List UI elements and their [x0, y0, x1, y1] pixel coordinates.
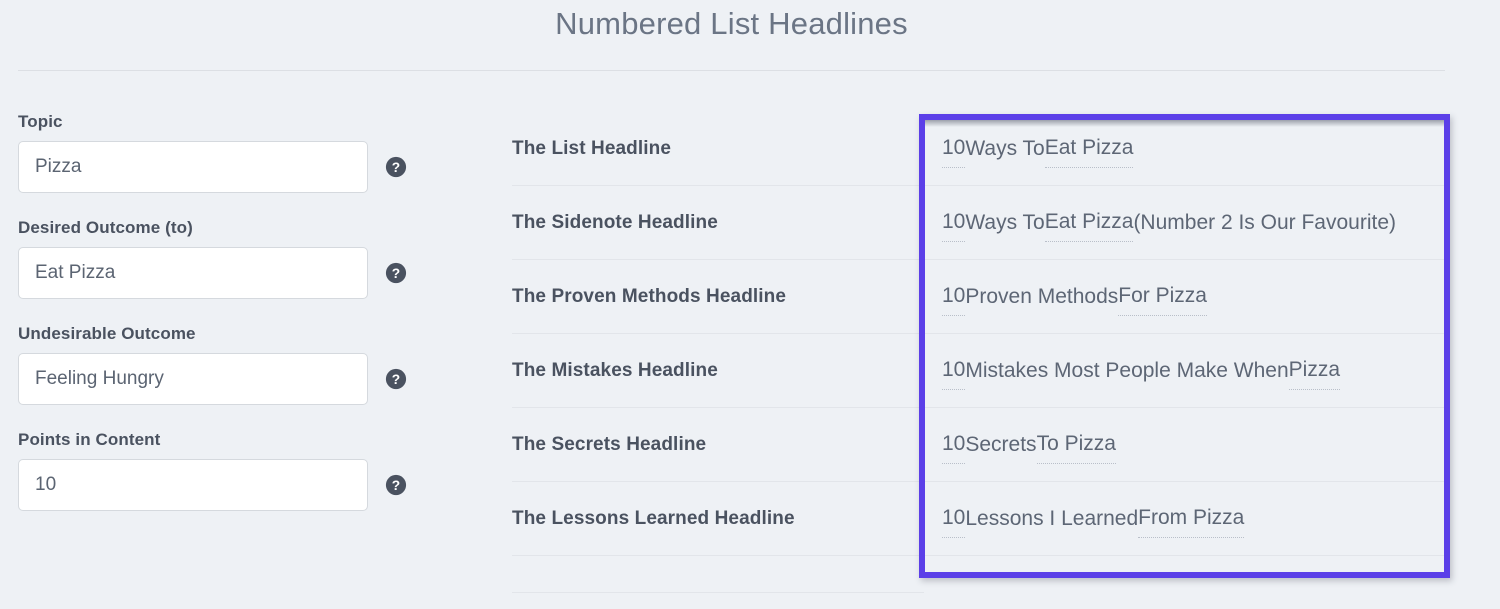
- headline-type-label: The Secrets Headline: [512, 433, 707, 455]
- svg-text:?: ?: [392, 478, 400, 493]
- headline-type-label: The Proven Methods Headline: [512, 285, 787, 307]
- headline-type-label: The Mistakes Headline: [512, 359, 718, 381]
- field-row-points-in-content: ?: [18, 459, 438, 511]
- topic-input[interactable]: [18, 141, 368, 193]
- headline-value[interactable]: 10 Mistakes Most People Make When Pizza: [920, 334, 1446, 408]
- headline-type-label: The List Headline: [512, 137, 672, 159]
- field-label-topic: Topic: [18, 112, 63, 131]
- field-label-undesirable-outcome: Undesirable Outcome: [18, 324, 196, 343]
- question-circle-icon[interactable]: ?: [385, 368, 407, 390]
- headline-value[interactable]: 10 Secrets To Pizza: [920, 408, 1446, 482]
- page-title: Numbered List Headlines: [555, 6, 908, 41]
- svg-text:?: ?: [392, 372, 400, 387]
- question-circle-icon[interactable]: ?: [385, 474, 407, 496]
- headline-type-label: The Lessons Learned Headline: [512, 507, 795, 529]
- points-in-content-input[interactable]: [18, 459, 368, 511]
- field-label-desired-outcome: Desired Outcome (to): [18, 218, 193, 237]
- title-divider: [18, 70, 1445, 71]
- undesirable-outcome-input[interactable]: [18, 353, 368, 405]
- table-row: The Sidenote Headline 10 Ways To Eat Piz…: [512, 186, 1446, 260]
- headline-value[interactable]: 10 Ways To Eat Pizza: [920, 112, 1446, 186]
- field-row-undesirable-outcome: ?: [18, 353, 438, 405]
- svg-text:?: ?: [392, 160, 400, 175]
- field-label-points-in-content: Points in Content: [18, 430, 161, 449]
- headline-value[interactable]: 10 Ways To Eat Pizza (Number 2 Is Our Fa…: [920, 186, 1446, 260]
- field-points-in-content: Points in Content ?: [18, 430, 438, 511]
- table-row: The Mistakes Headline 10 Mistakes Most P…: [512, 334, 1446, 408]
- field-desired-outcome: Desired Outcome (to) ?: [18, 218, 438, 299]
- field-topic: Topic ?: [18, 112, 438, 193]
- headline-results-table: The List Headline 10 Ways To Eat Pizza T…: [512, 112, 1446, 556]
- numbered-list-headlines-page: Numbered List Headlines Topic ? Desired …: [0, 0, 1500, 609]
- table-bottom-divider: [512, 592, 924, 593]
- table-row: The Proven Methods Headline 10 Proven Me…: [512, 260, 1446, 334]
- svg-text:?: ?: [392, 266, 400, 281]
- headline-value[interactable]: 10 Lessons I Learned From Pizza: [920, 482, 1446, 556]
- headline-value[interactable]: 10 Proven Methods For Pizza: [920, 260, 1446, 334]
- headline-type-label: The Sidenote Headline: [512, 211, 718, 233]
- question-circle-icon[interactable]: ?: [385, 156, 407, 178]
- inputs-form: Topic ? Desired Outcome (to) ?: [18, 112, 438, 536]
- field-undesirable-outcome: Undesirable Outcome ?: [18, 324, 438, 405]
- field-row-desired-outcome: ?: [18, 247, 438, 299]
- field-row-topic: ?: [18, 141, 438, 193]
- table-row: The Secrets Headline 10 Secrets To Pizza: [512, 408, 1446, 482]
- table-row: The Lessons Learned Headline 10 Lessons …: [512, 482, 1446, 556]
- desired-outcome-input[interactable]: [18, 247, 368, 299]
- question-circle-icon[interactable]: ?: [385, 262, 407, 284]
- table-row: The List Headline 10 Ways To Eat Pizza: [512, 112, 1446, 186]
